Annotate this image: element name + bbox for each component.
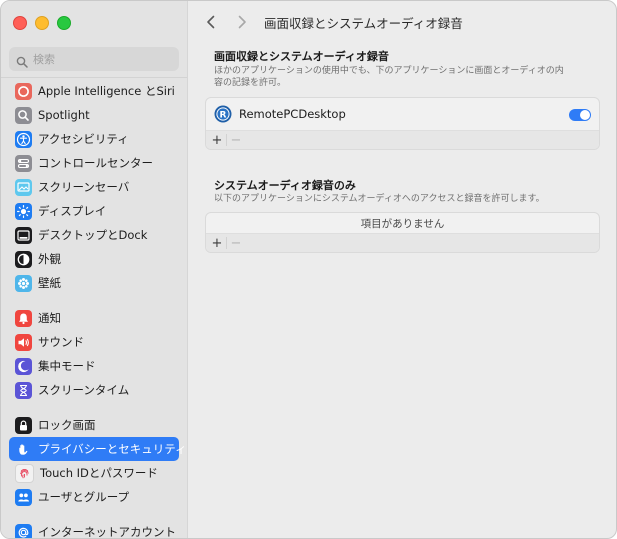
toolbar: 画面収録とシステムオーディオ録音 bbox=[188, 1, 616, 41]
remove-app-button[interactable]: − bbox=[227, 131, 245, 149]
list-controls: + − bbox=[206, 131, 599, 149]
touch-id-icon bbox=[15, 463, 34, 483]
sidebar-item-display[interactable]: ディスプレイ bbox=[9, 199, 179, 223]
sidebar-item-control-center[interactable]: コントロールセンター bbox=[9, 151, 179, 175]
sidebar-nav: Apple Intelligence とSiri Spotlight アクセシビリテ… bbox=[9, 79, 187, 538]
sidebar-item-label: スクリーンセーバ bbox=[38, 180, 130, 194]
sidebar-item-accessibility[interactable]: アクセシビリティ bbox=[9, 127, 179, 151]
sidebar-item-wallpaper[interactable]: 壁紙 bbox=[9, 271, 179, 295]
remove-app-button[interactable]: − bbox=[227, 234, 245, 252]
nav-group-spacer bbox=[9, 295, 179, 306]
sidebar-item-focus[interactable]: 集中モード bbox=[9, 354, 179, 378]
sidebar-item-screen-time[interactable]: スクリーンタイム bbox=[9, 378, 179, 402]
minimize-window-button[interactable] bbox=[35, 16, 49, 30]
window-controls bbox=[13, 16, 71, 30]
sidebar-item-label: 壁紙 bbox=[38, 276, 61, 290]
settings-window: Apple Intelligence とSiri Spotlight アクセシビリテ… bbox=[0, 0, 617, 539]
lock-screen-icon bbox=[15, 416, 32, 434]
sidebar-item-desktop-dock[interactable]: デスクトップとDock bbox=[9, 223, 179, 247]
sidebar-item-sound[interactable]: サウンド bbox=[9, 330, 179, 354]
sidebar-item-label: 通知 bbox=[38, 311, 61, 325]
sidebar-item-spotlight[interactable]: Spotlight bbox=[9, 103, 179, 127]
main-pane: 画面収録とシステムオーディオ録音 画面収録とシステムオーディオ録音 ほかのアプリ… bbox=[188, 1, 616, 538]
section-title-screen-recording: 画面収録とシステムオーディオ録音 bbox=[214, 50, 389, 63]
sidebar-item-screen-saver[interactable]: スクリーンセーバ bbox=[9, 175, 179, 199]
sidebar-item-lock-screen[interactable]: ロック画面 bbox=[9, 413, 179, 437]
screen-saver-icon bbox=[15, 178, 32, 196]
app-name: RemotePCDesktop bbox=[239, 107, 346, 121]
spotlight-icon bbox=[15, 106, 32, 124]
screen-time-icon bbox=[15, 381, 32, 399]
list-controls: + − bbox=[206, 234, 599, 252]
zoom-window-button[interactable] bbox=[57, 16, 71, 30]
sidebar-item-label: ユーザとグループ bbox=[38, 490, 130, 504]
section-description-screen-recording: ほかのアプリケーションの使用中でも、下のアプリケーションに画面とオーディオの内容… bbox=[214, 66, 564, 88]
sidebar-item-label: インターネットアカウント bbox=[38, 525, 176, 538]
search-field[interactable] bbox=[9, 47, 179, 71]
section-description-audio-only: 以下のアプリケーションにシステムオーディオへのアクセスと録音を許可します。 bbox=[214, 194, 545, 204]
sidebar-item-label: ロック画面 bbox=[38, 418, 96, 432]
page-title: 画面収録とシステムオーディオ録音 bbox=[264, 16, 463, 31]
sidebar-item-appearance[interactable]: 外観 bbox=[9, 247, 179, 271]
audio-only-app-list: 項目がありません + − bbox=[205, 212, 600, 253]
users-groups-icon bbox=[15, 488, 32, 506]
sidebar: Apple Intelligence とSiri Spotlight アクセシビリテ… bbox=[1, 1, 188, 538]
sidebar-item-label: サウンド bbox=[38, 335, 84, 349]
sidebar-item-label: デスクトップとDock bbox=[38, 228, 148, 242]
sidebar-item-label: プライバシーとセキュリティ bbox=[38, 442, 187, 456]
sidebar-item-touch-id[interactable]: Touch IDとパスワード bbox=[9, 461, 179, 485]
sidebar-item-label: 集中モード bbox=[38, 359, 96, 373]
search-input[interactable] bbox=[33, 52, 173, 66]
sidebar-item-label: アクセシビリティ bbox=[38, 132, 129, 146]
sidebar-item-label: ディスプレイ bbox=[38, 204, 107, 218]
sidebar-item-label: 外観 bbox=[38, 252, 61, 266]
focus-icon bbox=[15, 357, 32, 375]
remotepc-app-icon: R bbox=[214, 105, 232, 123]
sidebar-item-privacy-hand[interactable]: プライバシーとセキュリティ bbox=[9, 437, 187, 461]
internet-accounts-icon bbox=[15, 523, 32, 538]
sound-icon bbox=[15, 333, 32, 351]
sidebar-item-label: コントロールセンター bbox=[38, 156, 153, 170]
chevron-left-icon bbox=[207, 15, 215, 29]
forward-button[interactable] bbox=[234, 13, 250, 31]
privacy-hand-icon bbox=[15, 441, 32, 458]
close-window-button[interactable] bbox=[13, 16, 27, 30]
sidebar-item-label: Apple Intelligence とSiri bbox=[38, 84, 175, 98]
chevron-right-icon bbox=[238, 15, 246, 29]
sidebar-item-label: Spotlight bbox=[38, 108, 90, 122]
screen-recording-app-list: R RemotePCDesktop + − bbox=[205, 97, 600, 150]
add-app-button[interactable]: + bbox=[208, 131, 226, 149]
sidebar-item-label: Touch IDとパスワード bbox=[40, 466, 158, 480]
control-center-icon bbox=[15, 154, 32, 172]
apple-intelligence-icon bbox=[15, 82, 32, 100]
empty-list-message: 項目がありません bbox=[206, 213, 599, 234]
notifications-icon bbox=[15, 309, 32, 327]
desktop-dock-icon bbox=[15, 226, 32, 244]
sidebar-item-apple-intelligence[interactable]: Apple Intelligence とSiri bbox=[9, 79, 179, 103]
sidebar-item-users-groups[interactable]: ユーザとグループ bbox=[9, 485, 179, 509]
app-permission-toggle[interactable] bbox=[569, 109, 591, 121]
app-row-remotepcdesktop[interactable]: R RemotePCDesktop bbox=[206, 98, 599, 131]
nav-group-spacer bbox=[9, 509, 179, 520]
svg-text:R: R bbox=[220, 110, 227, 120]
add-app-button[interactable]: + bbox=[208, 234, 226, 252]
accessibility-icon bbox=[15, 130, 32, 148]
wallpaper-icon bbox=[15, 274, 32, 292]
appearance-icon bbox=[15, 250, 32, 268]
section-title-audio-only: システムオーディオ録音のみ bbox=[214, 179, 356, 192]
toggle-knob bbox=[580, 110, 590, 120]
sidebar-item-internet-accounts[interactable]: インターネットアカウント bbox=[9, 520, 179, 538]
sidebar-item-notifications[interactable]: 通知 bbox=[9, 306, 179, 330]
sidebar-item-label: スクリーンタイム bbox=[38, 383, 130, 397]
sidebar-divider bbox=[1, 77, 187, 78]
search-icon bbox=[16, 53, 28, 68]
display-icon bbox=[15, 202, 32, 220]
back-button[interactable] bbox=[203, 13, 219, 31]
nav-group-spacer bbox=[9, 402, 179, 413]
